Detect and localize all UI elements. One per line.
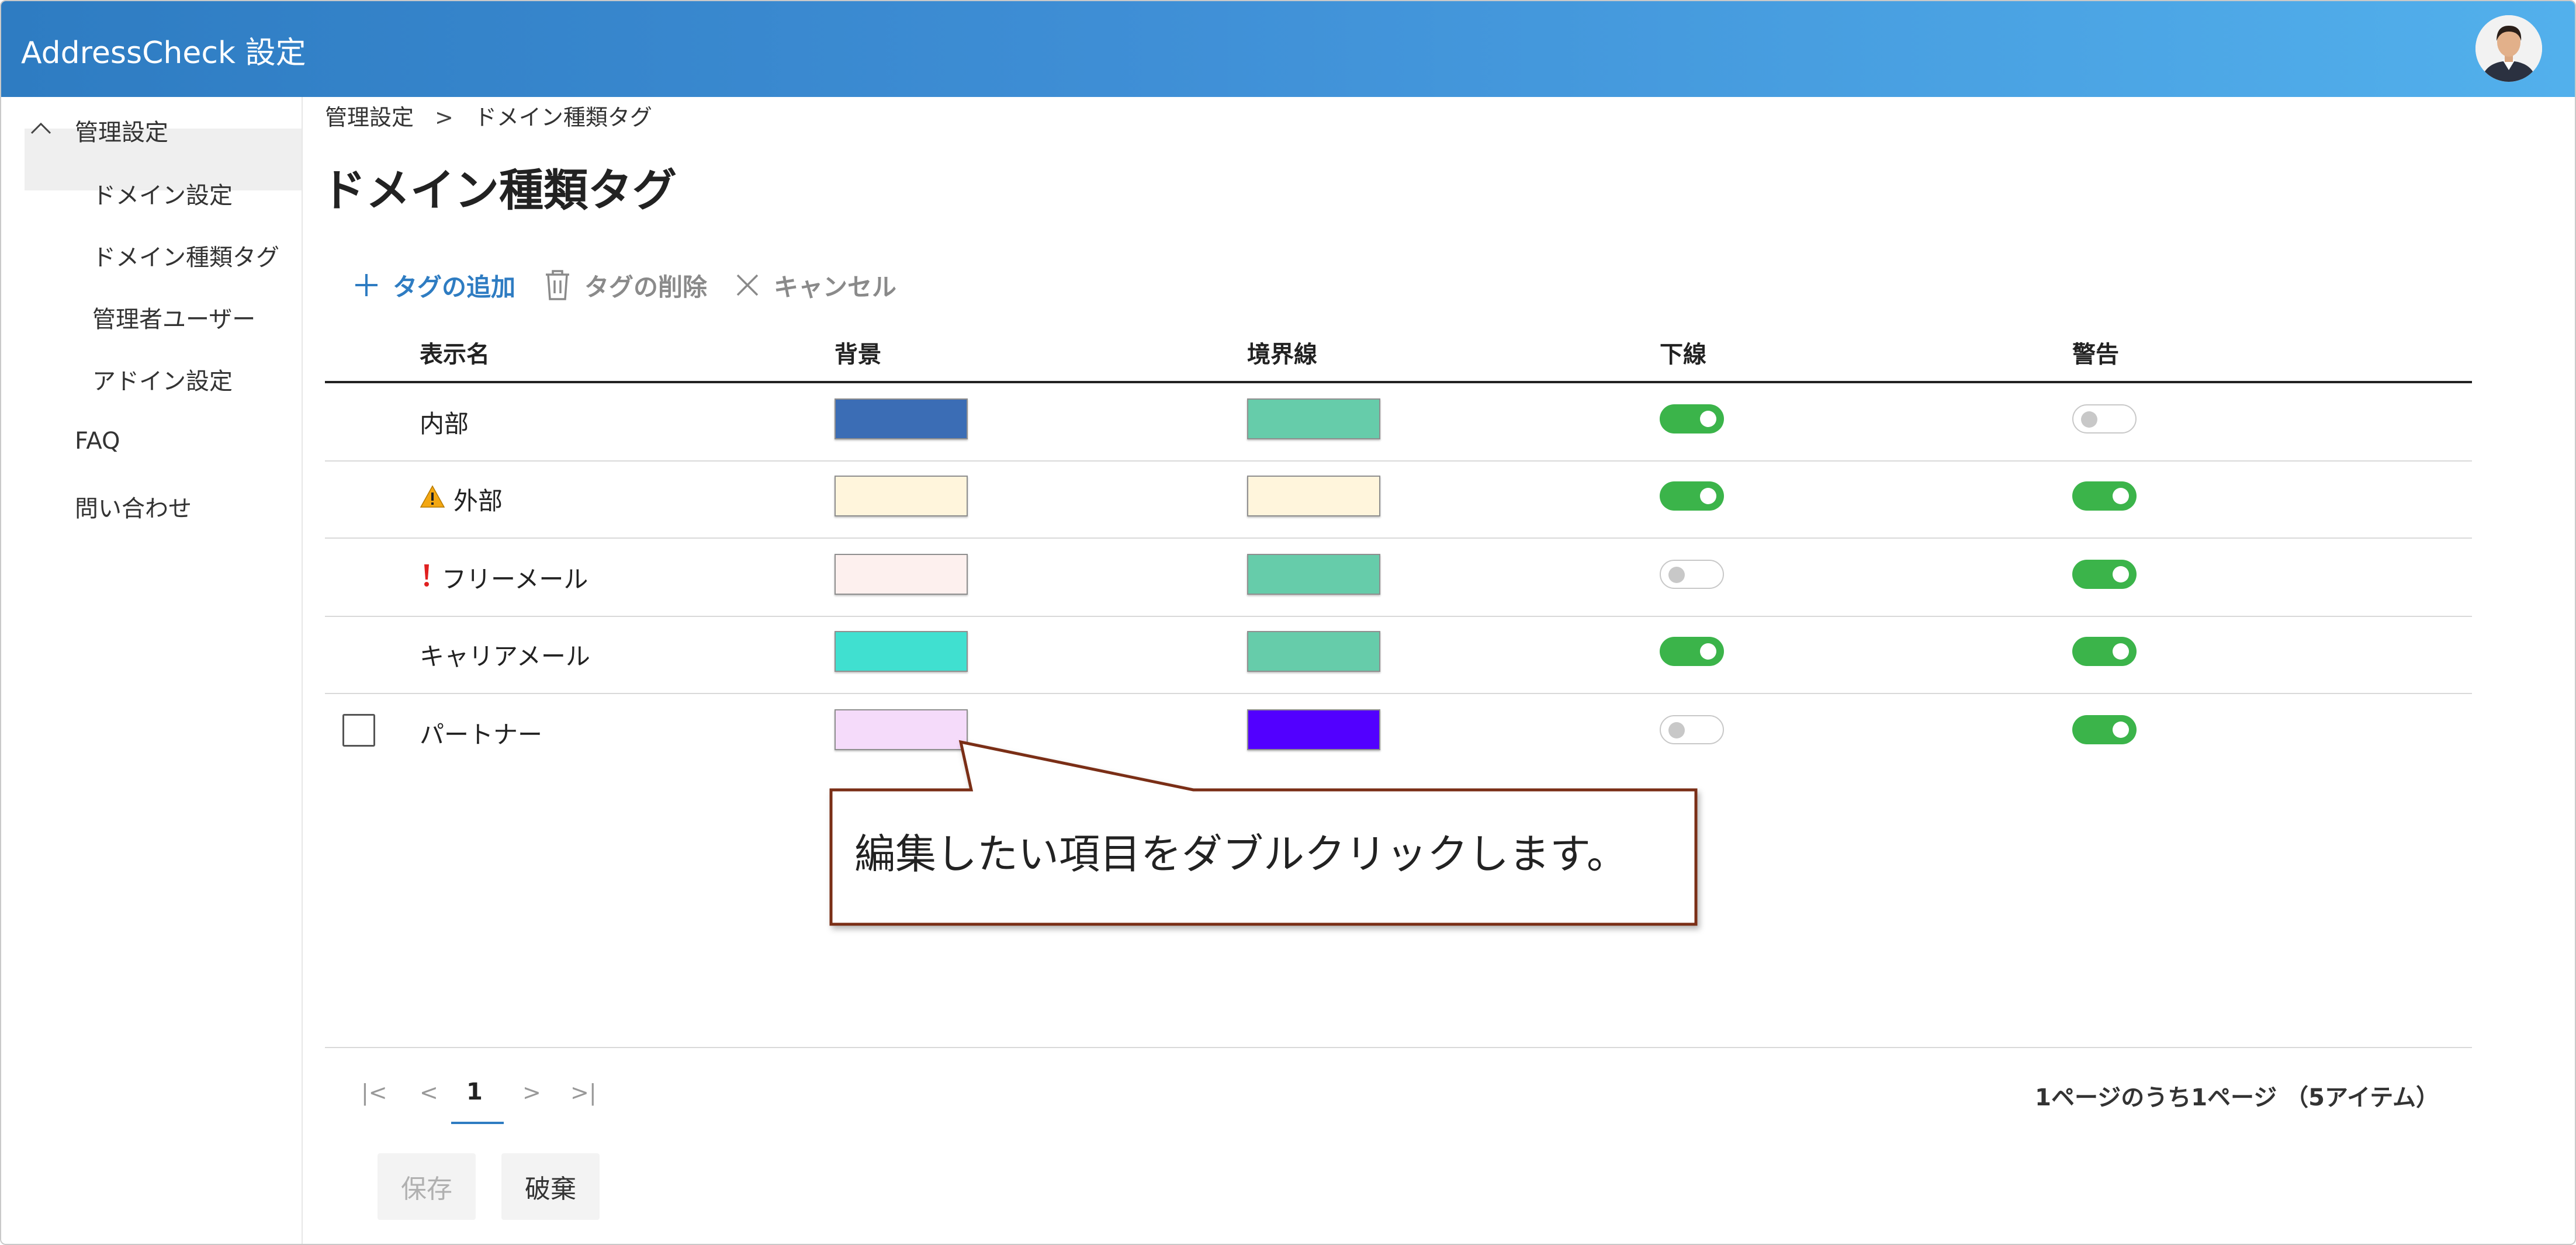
pagination-divider — [325, 1047, 2472, 1048]
first-page-button[interactable]: |< — [361, 1080, 387, 1105]
discard-button[interactable]: 破棄 — [501, 1153, 600, 1220]
callout-bubble — [829, 740, 1698, 926]
callout-text: 編集したい項目をダブルクリックします。 — [854, 830, 1628, 878]
page-info: 1ページのうち1ページ （5アイテム） — [2035, 1084, 2439, 1111]
current-page-button[interactable]: 1 — [466, 1078, 483, 1105]
save-button[interactable]: 保存 — [378, 1153, 476, 1220]
current-page-indicator — [451, 1122, 504, 1124]
next-page-button[interactable]: > — [522, 1080, 541, 1105]
app-window: AddressCheck 設定 管理設定 ドメイン設定 ドメイン種類タグ 管理者… — [0, 0, 2576, 1245]
last-page-button[interactable]: >| — [570, 1080, 597, 1105]
prev-page-button[interactable]: < — [420, 1080, 438, 1105]
